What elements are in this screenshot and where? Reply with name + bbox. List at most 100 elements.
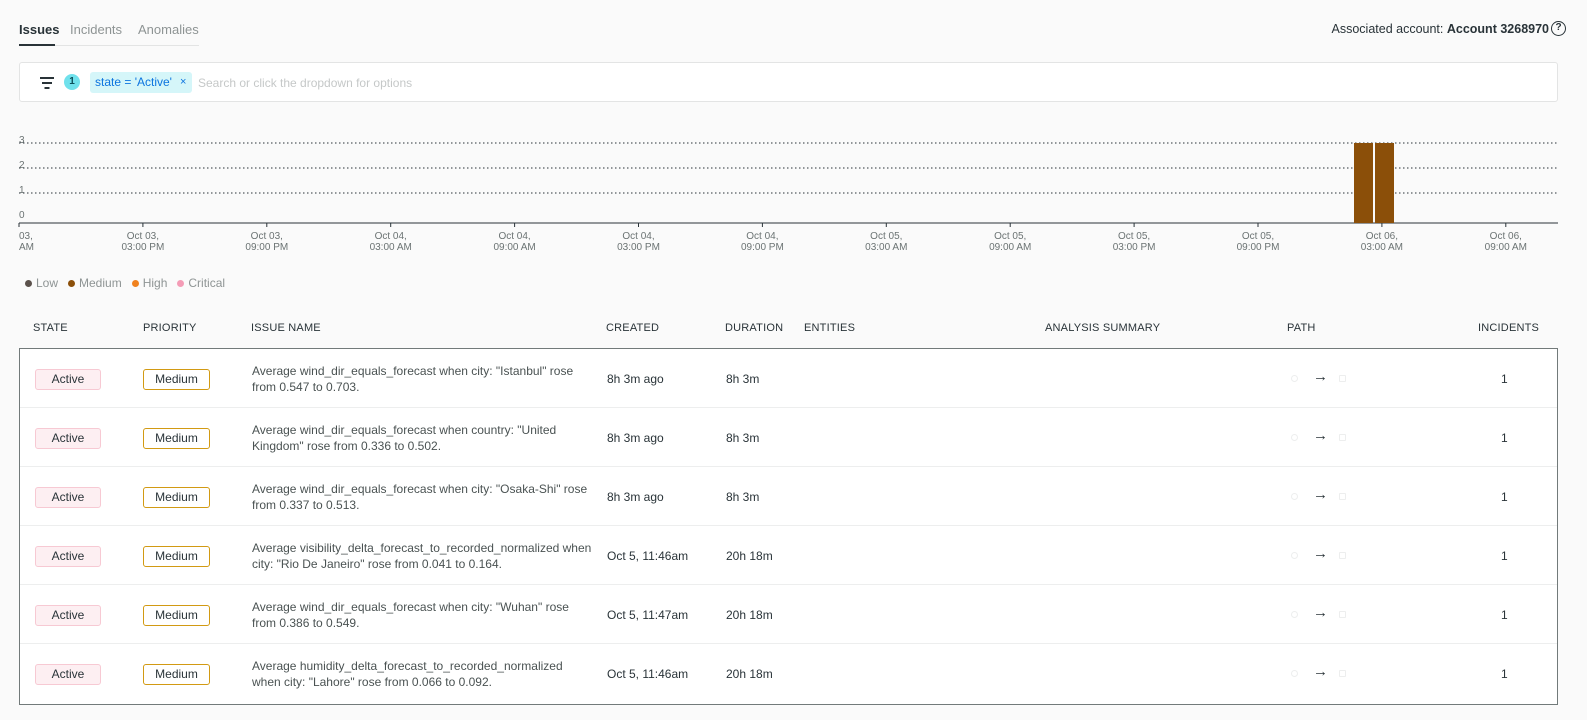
header-state[interactable]: STATE	[33, 322, 68, 334]
x-tick-label: 09:00 PM	[1237, 242, 1280, 253]
created-time: 8h 3m ago	[607, 490, 664, 504]
priority-badge: Medium	[143, 605, 210, 626]
issue-name-link[interactable]: Average visibility_delta_forecast_to_rec…	[252, 540, 592, 572]
priority-badge: Medium	[143, 664, 210, 685]
header-analysis-summary: ANALYSIS SUMMARY	[1045, 322, 1161, 334]
duration: 8h 3m	[726, 431, 760, 445]
filter-count-badge: 1	[64, 74, 80, 90]
help-icon[interactable]: ?	[1551, 21, 1566, 36]
table-row[interactable]: Active Medium Average visibility_delta_f…	[20, 526, 1557, 585]
created-time: Oct 5, 11:46am	[607, 667, 689, 681]
tab-issues[interactable]: Issues	[19, 22, 59, 37]
arrow-right-icon: →	[1313, 427, 1328, 444]
tab-incidents[interactable]: Incidents	[70, 22, 122, 37]
chart-bar[interactable]	[1354, 143, 1373, 223]
chart-bar[interactable]	[1375, 143, 1394, 223]
path-source-icon	[1291, 375, 1298, 382]
incidents-count: 1	[1501, 431, 1508, 445]
legend-item-medium[interactable]: Medium	[68, 276, 122, 290]
path-destination-icon	[1339, 552, 1346, 559]
x-tick-label: Oct 03,	[251, 231, 283, 242]
state-badge: Active	[35, 664, 101, 685]
table-row[interactable]: Active Medium Average wind_dir_equals_fo…	[20, 408, 1557, 467]
filter-icon[interactable]	[40, 77, 54, 89]
filter-bar: 1 state = 'Active' ×	[19, 62, 1558, 102]
filter-chip[interactable]: state = 'Active' ×	[90, 72, 193, 93]
path-source-icon	[1291, 434, 1298, 441]
incidents-count: 1	[1501, 490, 1508, 504]
x-tick-label: Oct 05,	[1242, 231, 1274, 242]
header-issue-name[interactable]: ISSUE NAME	[251, 322, 321, 334]
x-tick-label: 09:00 AM	[493, 242, 535, 253]
tab-anomalies[interactable]: Anomalies	[138, 22, 199, 37]
path-destination-icon	[1339, 611, 1346, 618]
path-destination-icon	[1339, 670, 1346, 677]
header-created[interactable]: CREATED	[606, 322, 659, 334]
arrow-right-icon: →	[1313, 486, 1328, 503]
x-tick-label: 03,	[19, 231, 33, 242]
x-tick-label: Oct 04,	[375, 231, 407, 242]
arrow-right-icon: →	[1313, 545, 1328, 562]
account-prefix: Associated account:	[1331, 22, 1444, 36]
legend-item-low[interactable]: Low	[25, 276, 58, 290]
issue-name-link[interactable]: Average wind_dir_equals_forecast when co…	[252, 422, 592, 454]
table-row[interactable]: Active Medium Average wind_dir_equals_fo…	[20, 467, 1557, 526]
close-icon[interactable]: ×	[180, 72, 186, 93]
x-tick-label: Oct 04,	[498, 231, 530, 242]
legend-label: Critical	[188, 276, 226, 290]
state-badge: Active	[35, 546, 101, 567]
filter-chip-label: state = 'Active'	[95, 75, 172, 89]
path-destination-icon	[1339, 493, 1346, 500]
y-tick-label: 2	[19, 160, 25, 171]
x-tick-label: 09:00 PM	[245, 242, 288, 253]
legend-label: High	[142, 276, 168, 290]
legend-item-critical[interactable]: Critical	[177, 276, 225, 290]
header-incidents[interactable]: INCIDENTS	[1478, 322, 1539, 334]
header-duration[interactable]: DURATION	[725, 322, 783, 334]
duration: 20h 18m	[726, 549, 773, 563]
x-tick-label: Oct 06,	[1490, 231, 1522, 242]
x-tick-label: AM	[19, 242, 34, 253]
tab-bar: Issues Incidents Anomalies	[19, 20, 199, 46]
state-badge: Active	[35, 487, 101, 508]
x-tick-label: 03:00 PM	[617, 242, 660, 253]
header-priority[interactable]: PRIORITY	[143, 322, 197, 334]
created-time: Oct 5, 11:46am	[607, 549, 689, 563]
path-indicator: →	[1291, 545, 1351, 564]
path-source-icon	[1291, 670, 1298, 677]
legend-label: Medium	[79, 276, 122, 290]
x-tick-label: 09:00 AM	[989, 242, 1031, 253]
legend-dot-icon	[68, 279, 76, 287]
table-row[interactable]: Active Medium Average wind_dir_equals_fo…	[20, 585, 1557, 644]
chart-legend: Low Medium High Critical	[25, 276, 225, 290]
state-badge: Active	[35, 369, 101, 390]
legend-item-high[interactable]: High	[131, 276, 168, 290]
header-entities: ENTITIES	[804, 322, 856, 334]
table-row[interactable]: Active Medium Average humidity_delta_for…	[20, 644, 1557, 703]
priority-badge: Medium	[143, 487, 210, 508]
x-tick-label: Oct 04,	[746, 231, 778, 242]
issue-name-link[interactable]: Average wind_dir_equals_forecast when ci…	[252, 481, 592, 513]
duration: 20h 18m	[726, 667, 773, 681]
incidents-count: 1	[1501, 608, 1508, 622]
x-tick-label: 09:00 AM	[1485, 242, 1527, 253]
state-badge: Active	[35, 428, 101, 449]
x-tick-label: 09:00 PM	[741, 242, 784, 253]
arrow-right-icon: →	[1313, 663, 1328, 680]
path-indicator: →	[1291, 604, 1351, 623]
issue-name-link[interactable]: Average humidity_delta_forecast_to_recor…	[252, 658, 592, 690]
x-tick-label: 03:00 AM	[1361, 242, 1403, 253]
active-tab-indicator	[19, 44, 55, 46]
issue-name-link[interactable]: Average wind_dir_equals_forecast when ci…	[252, 599, 592, 631]
priority-badge: Medium	[143, 369, 210, 390]
x-tick-label: Oct 05,	[870, 231, 902, 242]
x-tick-label: Oct 03,	[127, 231, 159, 242]
search-input[interactable]	[198, 72, 998, 93]
table-row[interactable]: Active Medium Average wind_dir_equals_fo…	[20, 349, 1557, 408]
issue-name-link[interactable]: Average wind_dir_equals_forecast when ci…	[252, 363, 592, 395]
x-tick-label: 03:00 AM	[370, 242, 412, 253]
path-source-icon	[1291, 552, 1298, 559]
created-time: Oct 5, 11:47am	[607, 608, 689, 622]
y-tick-label: 1	[19, 185, 25, 196]
legend-label: Low	[36, 276, 59, 290]
